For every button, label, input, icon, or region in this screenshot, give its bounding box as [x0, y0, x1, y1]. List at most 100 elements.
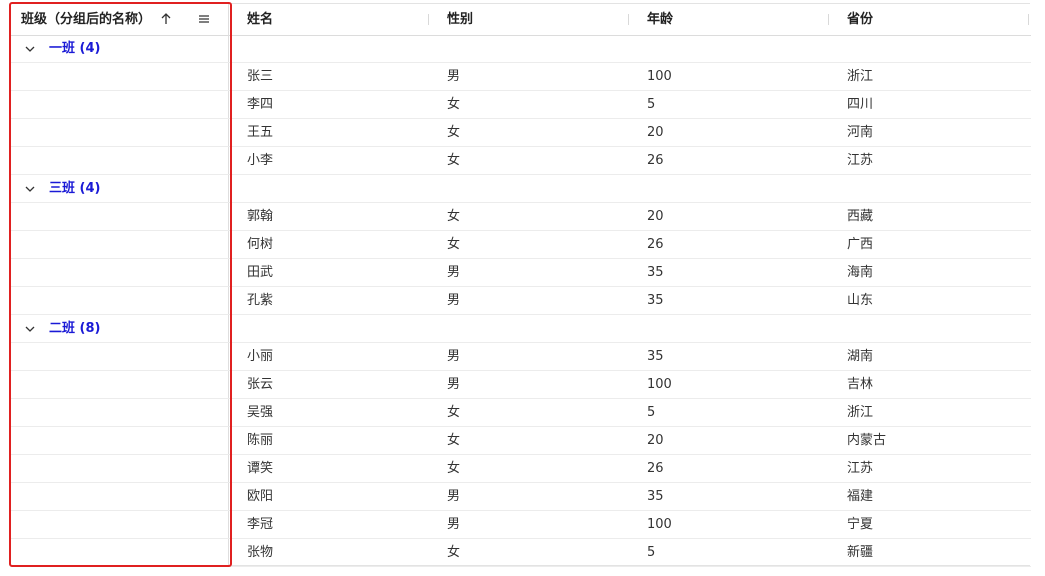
age-cell: 35 [647, 293, 664, 308]
name-cell: 小李 [247, 153, 274, 168]
column-header-province[interactable]: 省份 [847, 4, 873, 35]
gender-cell: 男 [447, 377, 461, 392]
arrow-up-icon[interactable] [159, 12, 173, 26]
age-cell: 100 [647, 377, 672, 392]
province-cell: 山东 [847, 293, 874, 308]
name-cell: 张三 [247, 69, 274, 84]
table-row[interactable]: 张物 女 5 新疆 [11, 539, 1031, 567]
name-cell: 郭翰 [247, 209, 274, 224]
group-label[interactable]: 二班 (8) [49, 315, 100, 342]
gender-cell: 男 [447, 293, 461, 308]
province-cell: 河南 [847, 125, 874, 140]
name-cell: 田武 [247, 265, 274, 280]
province-cell: 吉林 [847, 377, 874, 392]
age-cell: 20 [647, 433, 664, 448]
province-cell: 海南 [847, 265, 874, 280]
table-row[interactable]: 吴强 女 5 浙江 [11, 399, 1031, 427]
table-row[interactable]: 张云 男 100 吉林 [11, 371, 1031, 399]
name-cell: 小丽 [247, 349, 274, 364]
age-cell: 26 [647, 461, 664, 476]
province-cell: 西藏 [847, 209, 874, 224]
gender-cell: 女 [447, 433, 461, 448]
age-cell: 5 [647, 405, 656, 420]
table-row[interactable]: 小丽 男 35 湖南 [11, 343, 1031, 371]
grid-header: 班级（分组后的名称） 姓名 性别 年龄 省份 [11, 4, 1031, 36]
table-row[interactable]: 欧阳 男 35 福建 [11, 483, 1031, 511]
age-cell: 26 [647, 237, 664, 252]
table-row[interactable]: 小李 女 26 江苏 [11, 147, 1031, 175]
table-row[interactable]: 孔紫 男 35 山东 [11, 287, 1031, 315]
group-column-header[interactable]: 班级（分组后的名称） [21, 4, 151, 35]
chevron-down-icon[interactable] [24, 323, 36, 335]
gender-cell: 女 [447, 545, 461, 560]
name-cell: 李冠 [247, 517, 274, 532]
province-cell: 内蒙古 [847, 433, 887, 448]
name-cell: 欧阳 [247, 489, 274, 504]
group-row[interactable]: 一班 (4) [11, 35, 1031, 63]
gender-cell: 女 [447, 97, 461, 112]
age-cell: 35 [647, 489, 664, 504]
chevron-down-icon[interactable] [24, 183, 36, 195]
group-row[interactable]: 三班 (4) [11, 175, 1031, 203]
age-cell: 26 [647, 153, 664, 168]
age-cell: 20 [647, 209, 664, 224]
name-cell: 张物 [247, 545, 274, 560]
table-row[interactable]: 田武 男 35 海南 [11, 259, 1031, 287]
age-cell: 5 [647, 545, 656, 560]
gender-cell: 女 [447, 237, 461, 252]
province-cell: 新疆 [847, 545, 874, 560]
gender-cell: 男 [447, 517, 461, 532]
gender-cell: 女 [447, 125, 461, 140]
table-row[interactable]: 王五 女 20 河南 [11, 119, 1031, 147]
name-cell: 张云 [247, 377, 274, 392]
province-cell: 四川 [847, 97, 874, 112]
province-cell: 江苏 [847, 461, 874, 476]
name-cell: 陈丽 [247, 433, 274, 448]
table-row[interactable]: 陈丽 女 20 内蒙古 [11, 427, 1031, 455]
province-cell: 江苏 [847, 153, 874, 168]
column-header-age[interactable]: 年龄 [647, 4, 673, 35]
column-header-name[interactable]: 姓名 [247, 4, 273, 35]
name-cell: 王五 [247, 125, 274, 140]
province-cell: 浙江 [847, 405, 874, 420]
grid-body: 一班 (4) 张三男 100 浙江 李四女 5 四川 王五女 20 河南 小李女 26 江苏 三班 (4)… [11, 35, 1031, 567]
menu-icon[interactable] [197, 12, 211, 26]
province-cell: 湖南 [847, 349, 874, 364]
column-header-gender[interactable]: 性别 [447, 4, 473, 35]
gender-cell: 女 [447, 405, 461, 420]
age-cell: 35 [647, 265, 664, 280]
header-separator [428, 14, 429, 25]
table-row[interactable]: 李四 女 5 四川 [11, 91, 1031, 119]
province-cell: 浙江 [847, 69, 874, 84]
age-cell: 100 [647, 517, 672, 532]
table-row[interactable]: 张三 男 100 浙江 [11, 63, 1031, 91]
age-cell: 100 [647, 69, 672, 84]
group-row[interactable]: 二班 (8) [11, 315, 1031, 343]
gender-cell: 男 [447, 69, 461, 84]
group-label[interactable]: 一班 (4) [49, 35, 100, 62]
table-row[interactable]: 郭翰 女 20 西藏 [11, 203, 1031, 231]
name-cell: 何树 [247, 237, 274, 252]
table-row[interactable]: 谭笑 女 26 江苏 [11, 455, 1031, 483]
table-row[interactable]: 李冠 男 100 宁夏 [11, 511, 1031, 539]
age-cell: 5 [647, 97, 656, 112]
header-separator [1028, 14, 1029, 25]
gender-cell: 男 [447, 265, 461, 280]
gender-cell: 女 [447, 209, 461, 224]
gender-cell: 女 [447, 153, 461, 168]
name-cell: 吴强 [247, 405, 274, 420]
name-cell: 谭笑 [247, 461, 274, 476]
data-grid: 班级（分组后的名称） 姓名 性别 年龄 省份 一班 (4) 张三男 100 浙江 李四女… [10, 3, 1031, 567]
age-cell: 35 [647, 349, 664, 364]
gender-cell: 女 [447, 461, 461, 476]
header-separator [828, 14, 829, 25]
province-cell: 福建 [847, 489, 874, 504]
table-row[interactable]: 何树 女 26 广西 [11, 231, 1031, 259]
province-cell: 宁夏 [847, 517, 874, 532]
group-label[interactable]: 三班 (4) [49, 175, 100, 202]
name-cell: 李四 [247, 97, 274, 112]
province-cell: 广西 [847, 237, 874, 252]
chevron-down-icon[interactable] [24, 43, 36, 55]
header-separator [628, 14, 629, 25]
age-cell: 20 [647, 125, 664, 140]
